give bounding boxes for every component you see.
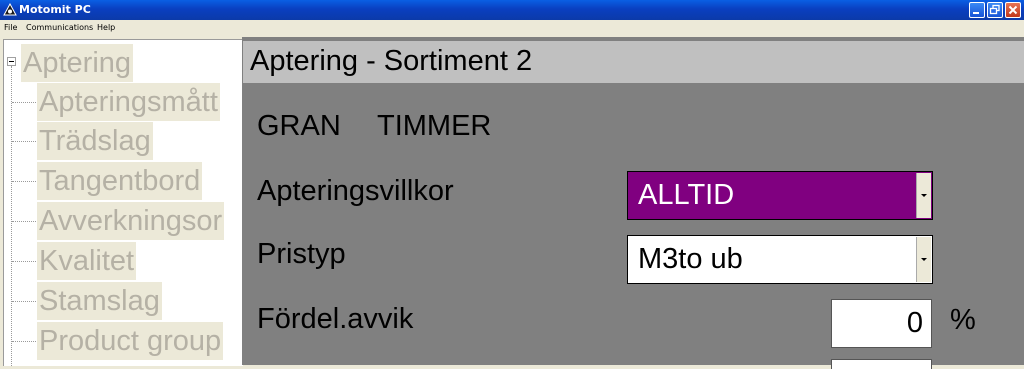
settings-panel: Aptering - Sortiment 2 GRAN TIMMER Apter… (242, 37, 1024, 369)
panel-header: Aptering - Sortiment 2 (243, 41, 1024, 83)
tree-connector (11, 66, 12, 366)
menu-file[interactable]: File (4, 23, 17, 33)
navigation-tree: Aptering Apteringsmått Trädslag Tangentb… (3, 39, 243, 366)
tree-node-product-group[interactable]: Product group (37, 322, 224, 360)
minimize-icon (973, 12, 979, 14)
apteringsvillkor-dropdown-button[interactable] (916, 173, 931, 218)
minimize-button[interactable] (969, 2, 985, 18)
app-icon (3, 2, 17, 17)
tree-node-aptering[interactable]: Aptering (21, 44, 134, 82)
apteringsvillkor-value: ALLTID (638, 179, 735, 211)
next-field-input[interactable] (831, 359, 932, 369)
tree-node-kvalitet[interactable]: Kvalitet (37, 242, 137, 280)
chevron-down-icon (921, 258, 927, 261)
pristyp-dropdown-button[interactable] (916, 237, 931, 282)
tree-node-tangentbord[interactable]: Tangentbord (37, 162, 203, 200)
tree-node-avverkningsor[interactable]: Avverkningsor (37, 202, 225, 240)
pristyp-value: M3to ub (638, 243, 743, 275)
fordel-avvik-label: Fördel.avvik (257, 303, 414, 335)
menu-bar: File Communications Help (0, 20, 1024, 37)
title-bar: Motomit PC (0, 0, 1024, 20)
fordel-avvik-input[interactable]: 0 (831, 299, 932, 348)
menu-help[interactable]: Help (97, 23, 115, 33)
percent-unit: % (950, 304, 976, 336)
restore-button[interactable] (987, 2, 1003, 18)
close-button[interactable] (1005, 2, 1021, 18)
chevron-down-icon (921, 194, 927, 197)
menu-communications[interactable]: Communications (26, 23, 93, 33)
pristyp-dropdown[interactable]: M3to ub (627, 235, 933, 284)
apteringsvillkor-label: Apteringsvillkor (257, 175, 454, 207)
tree-node-tradslag[interactable]: Trädslag (37, 122, 153, 160)
tree-node-stamslag[interactable]: Stamslag (37, 282, 162, 320)
window-title: Motomit PC (19, 3, 91, 16)
restore-icon (989, 4, 1000, 15)
apteringsvillkor-dropdown[interactable]: ALLTID (627, 171, 933, 220)
pristyp-label: Pristyp (257, 238, 346, 270)
assortment-label: TIMMER (377, 110, 492, 142)
collapse-icon[interactable] (7, 57, 16, 66)
tree-node-apteringsmatt[interactable]: Apteringsmått (37, 83, 220, 121)
close-icon (1008, 5, 1018, 15)
panel-title: Aptering - Sortiment 2 (250, 45, 533, 77)
species-label: GRAN (257, 110, 341, 142)
